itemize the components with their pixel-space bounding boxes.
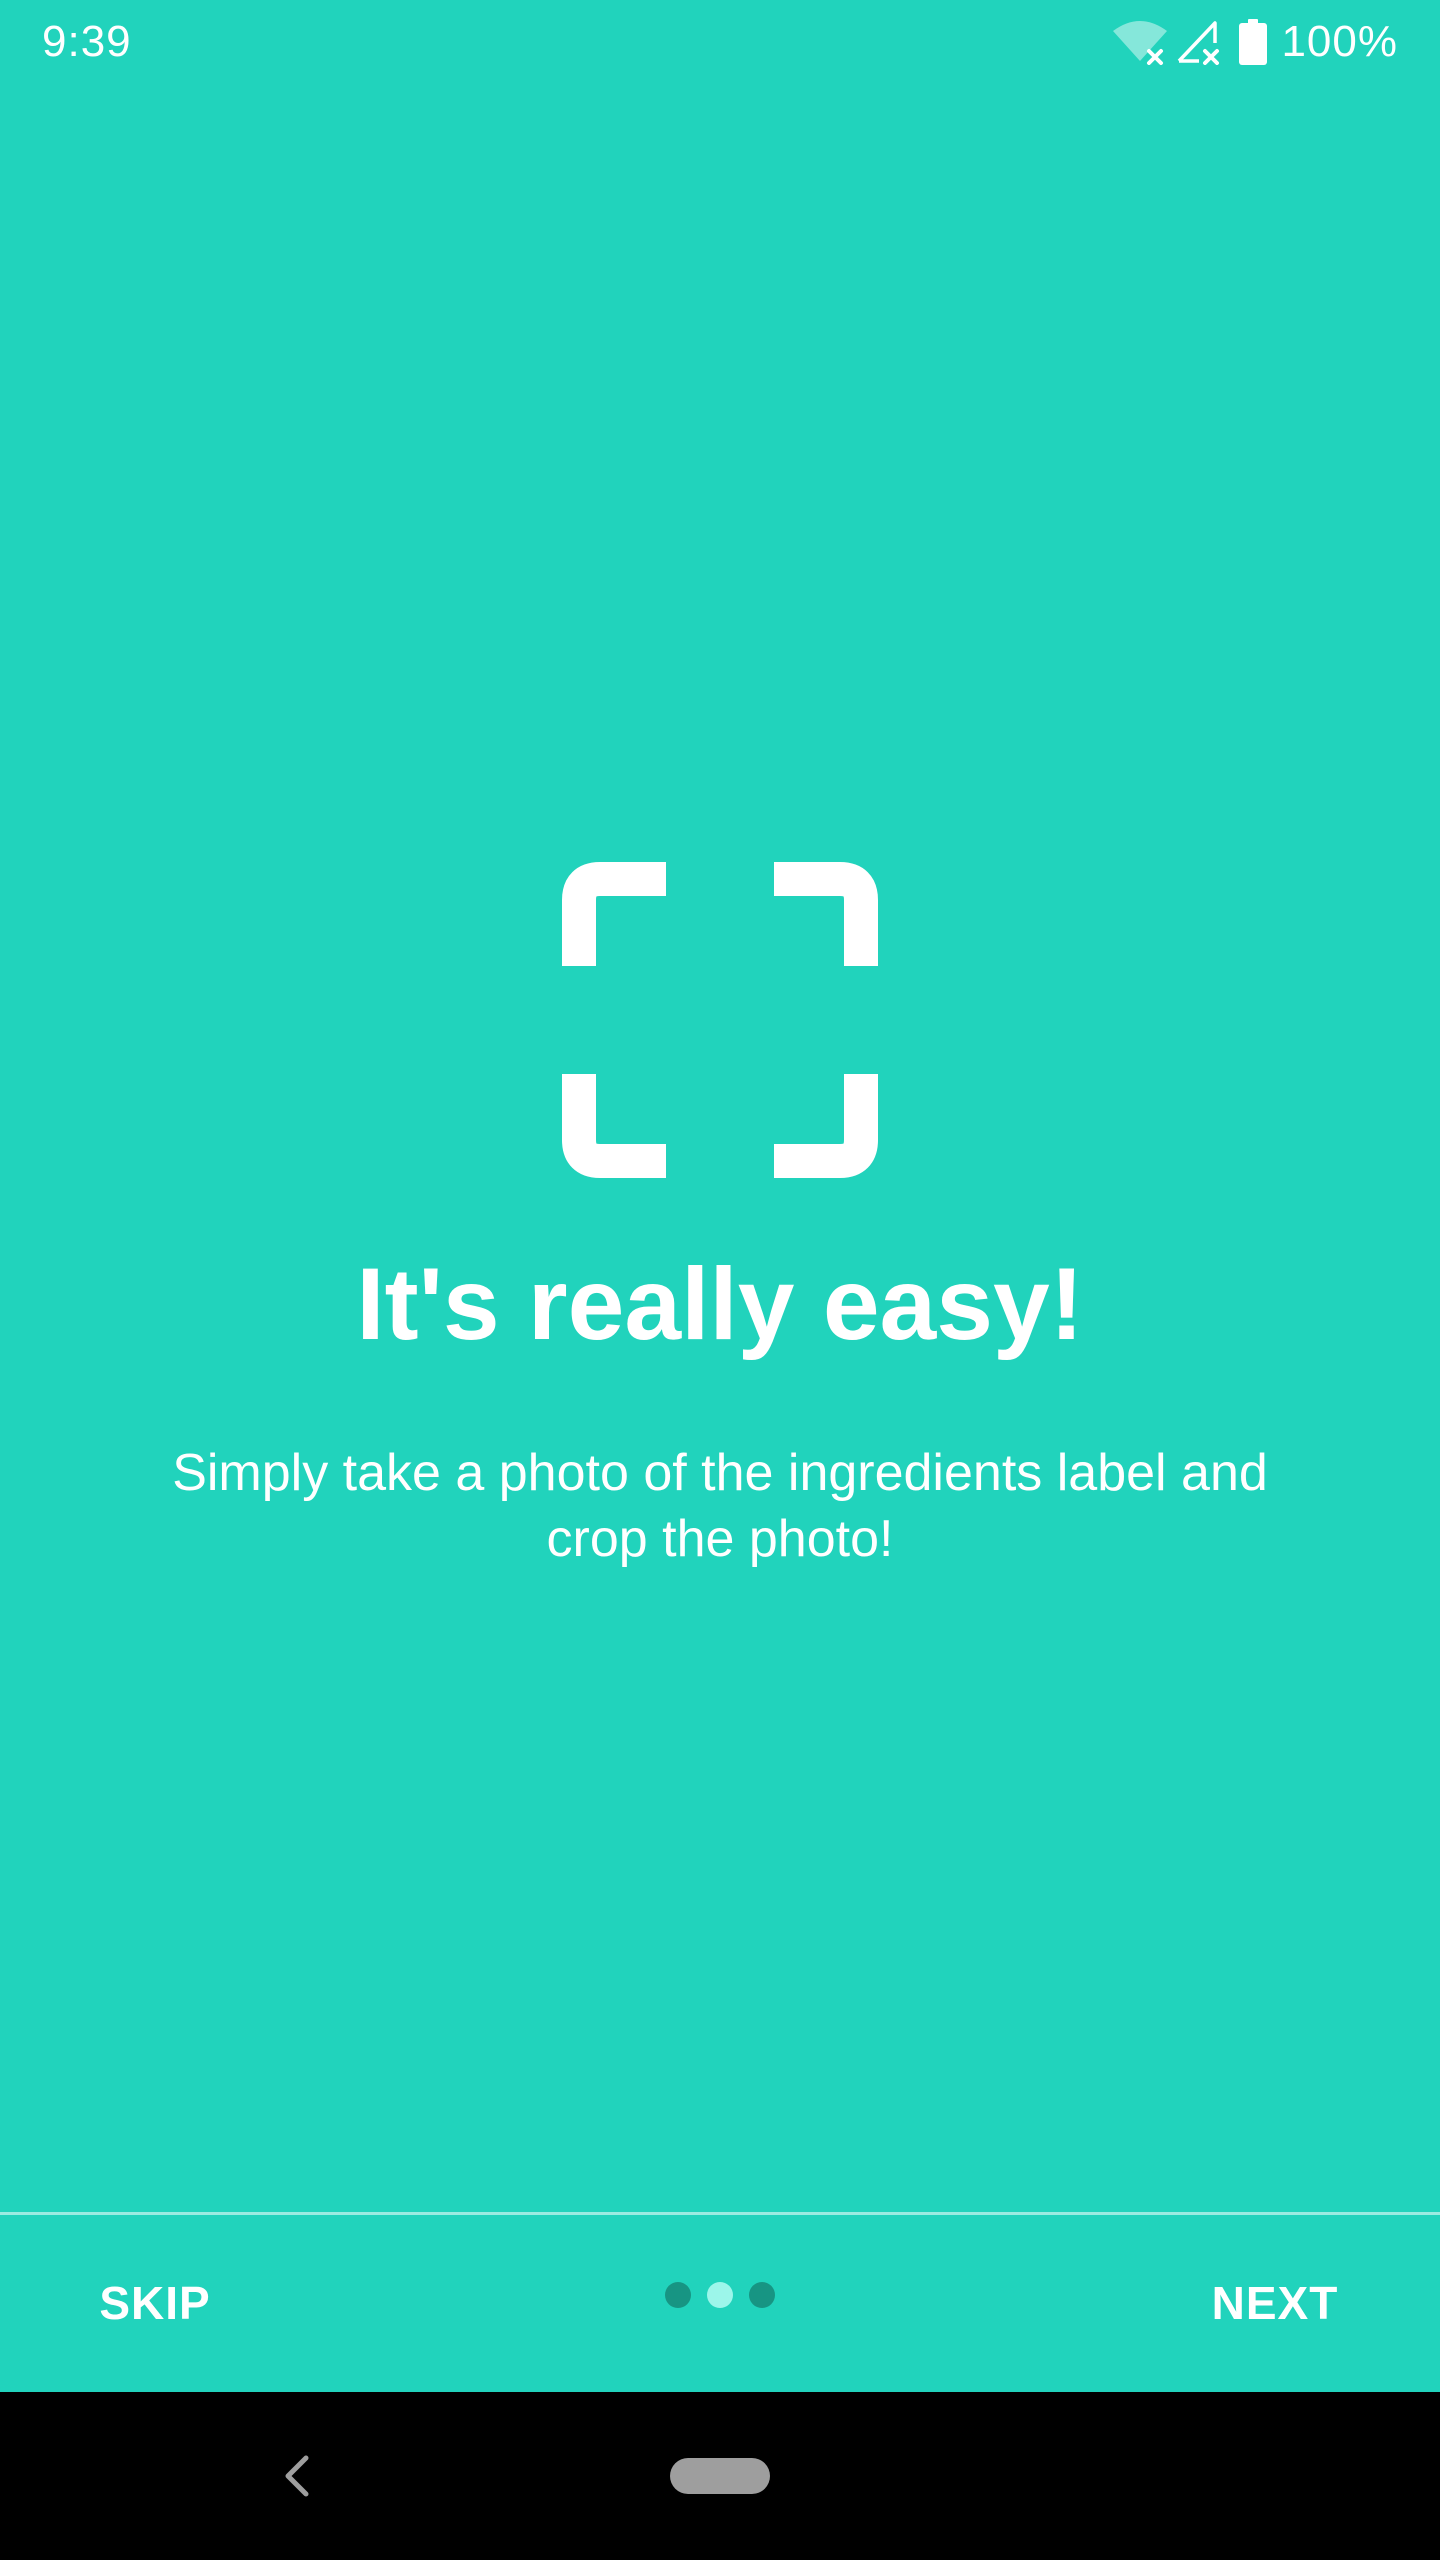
status-bar: 9:39 100% (0, 0, 1440, 84)
page-dot-1 (665, 2282, 691, 2308)
status-time: 9:39 (42, 17, 132, 66)
navigation-bar (0, 2392, 1440, 2560)
next-button[interactable]: NEXT (1170, 2215, 1380, 2391)
wifi-off-icon (1111, 19, 1169, 65)
battery-percentage: 100% (1281, 17, 1398, 66)
home-pill-icon[interactable] (670, 2458, 770, 2494)
onboarding-controls: SKIP NEXT (0, 2215, 1440, 2391)
page-dot-3 (749, 2282, 775, 2308)
onboarding-title: It's really easy! (356, 1247, 1084, 1361)
back-icon[interactable] (276, 2446, 316, 2506)
battery-full-icon (1239, 19, 1268, 65)
scan-frame-icon (562, 862, 878, 1178)
onboarding-subtitle: Simply take a photo of the ingredients l… (172, 1444, 1268, 1568)
signal-off-icon (1175, 19, 1223, 65)
page-dot-2 (707, 2282, 733, 2308)
status-icons: 100% (1111, 14, 1398, 70)
